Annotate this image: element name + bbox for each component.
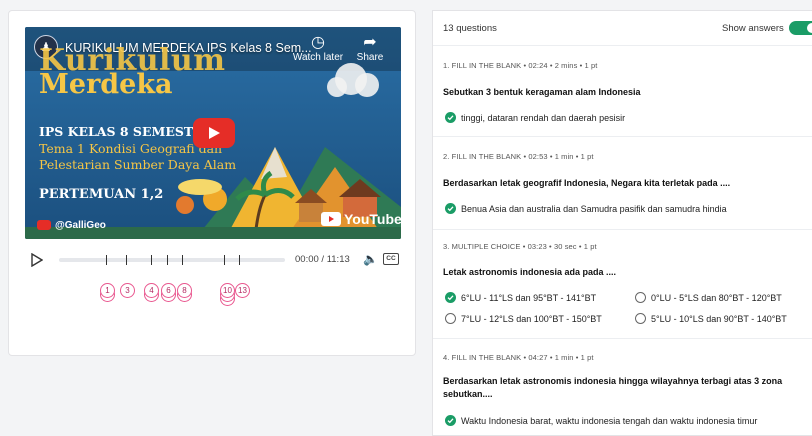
question-text: Berdasarkan letak astronomis indonesia h… xyxy=(443,376,783,399)
option-text: 7°LU - 12°LS dan 100°BT - 150°BT xyxy=(461,313,602,324)
answer-row: Benua Asia dan australia dan Samudra pas… xyxy=(445,203,727,214)
question-item[interactable]: 4. FILL IN THE BLANK • 04:27 • 1 min • 1… xyxy=(433,339,812,435)
answer-row: tinggi, dataran rendah dan daerah pesisi… xyxy=(445,112,625,123)
check-icon xyxy=(445,415,456,426)
question-marker[interactable]: 8 xyxy=(177,283,192,298)
panel-header: 13 questions Show answers xyxy=(433,11,812,46)
radio-icon xyxy=(445,313,456,324)
question-item[interactable]: 2. FILL IN THE BLANK • 02:53 • 1 min • 1… xyxy=(433,137,812,230)
time-display: 00:00 / 11:13 xyxy=(295,254,350,265)
check-icon xyxy=(445,292,456,303)
question-marker[interactable]: 4 xyxy=(144,283,159,298)
channel-handle: @GalliGeo xyxy=(55,220,106,231)
play-icon xyxy=(209,127,220,139)
question-item[interactable]: 3. MULTIPLE CHOICE • 03:23 • 30 sec • 1 … xyxy=(433,230,812,339)
question-tick xyxy=(106,255,107,265)
question-marker[interactable]: 1 xyxy=(100,283,115,298)
question-marker[interactable]: 13 xyxy=(235,283,250,298)
radio-icon xyxy=(635,313,646,324)
big-play-button[interactable] xyxy=(193,118,235,148)
share-button[interactable]: ➦ Share xyxy=(343,34,397,63)
clock-icon: ◷ xyxy=(311,34,325,51)
answer-text: Benua Asia dan australia dan Samudra pas… xyxy=(461,203,727,214)
share-arrow-icon: ➦ xyxy=(363,34,377,51)
play-icon[interactable] xyxy=(31,253,43,267)
question-tick xyxy=(151,255,152,265)
question-tick xyxy=(239,255,240,265)
question-text: Sebutkan 3 bentuk keragaman alam Indones… xyxy=(443,87,641,97)
question-tick xyxy=(126,255,127,265)
thumb-title-line2: Merdeka xyxy=(39,69,173,100)
youtube-wordmark: YouTube xyxy=(344,211,401,227)
question-meta: 2. FILL IN THE BLANK • 02:53 • 1 min • 1… xyxy=(443,152,594,161)
question-marker[interactable]: 3 xyxy=(120,283,135,298)
question-text: Berdasarkan letak geografif Indonesia, N… xyxy=(443,178,731,188)
youtube-logo[interactable]: YouTube xyxy=(321,211,401,227)
captions-icon[interactable]: CC xyxy=(383,253,399,265)
questions-panel: 13 questions Show answers 1. FILL IN THE… xyxy=(432,10,812,436)
question-text: Letak astronomis indonesia ada pada .... xyxy=(443,267,617,277)
share-label: Share xyxy=(356,52,384,63)
player-controls: 00:00 / 11:13 🔈 CC xyxy=(25,251,401,269)
video-card: ♟ KURIKULUM MERDEKA IPS Kelas 8 Sem... K… xyxy=(8,10,416,356)
question-tick xyxy=(182,255,183,265)
question-meta: 1. FILL IN THE BLANK • 02:24 • 2 mins • … xyxy=(443,61,598,70)
check-icon xyxy=(445,203,456,214)
option-row: 0°LU - 5°LS dan 80°BT - 120°BT xyxy=(635,292,782,303)
option-text: 5°LU - 10°LS dan 90°BT - 140°BT xyxy=(651,313,787,324)
question-item[interactable]: 1. FILL IN THE BLANK • 02:24 • 2 mins • … xyxy=(433,46,812,137)
thumb-pertemuan: PERTEMUAN 1,2 xyxy=(39,187,164,202)
option-row: 5°LU - 10°LS dan 90°BT - 140°BT xyxy=(635,313,787,324)
check-icon xyxy=(445,112,456,123)
option-row: 6°LU - 11°LS dan 95°BT - 141°BT xyxy=(445,292,596,303)
option-text: 6°LU - 11°LS dan 95°BT - 141°BT xyxy=(461,292,597,303)
answer-text: Waktu Indonesia barat, waktu indonesia t… xyxy=(461,415,758,426)
question-markers: 1 3 4 6 8 10 13 xyxy=(25,283,401,313)
question-tick xyxy=(224,255,225,265)
radio-icon xyxy=(635,292,646,303)
progress-track[interactable] xyxy=(59,255,285,265)
video-player[interactable]: ♟ KURIKULUM MERDEKA IPS Kelas 8 Sem... K… xyxy=(25,27,401,239)
youtube-mini-logo-icon xyxy=(37,220,51,230)
question-marker[interactable]: 6 xyxy=(161,283,176,298)
volume-icon[interactable]: 🔈 xyxy=(363,252,378,266)
option-row: 7°LU - 12°LS dan 100°BT - 150°BT xyxy=(445,313,602,324)
thumb-pelestarian: Pelestarian Sumber Daya Alam xyxy=(39,157,237,172)
question-count: 13 questions xyxy=(443,23,497,34)
watch-later-label: Watch later xyxy=(292,52,344,63)
show-answers-toggle[interactable] xyxy=(789,21,812,35)
show-answers-label: Show answers xyxy=(722,23,784,34)
watch-later-button[interactable]: ◷ Watch later xyxy=(291,34,345,63)
youtube-play-icon xyxy=(321,212,341,226)
answer-row: Waktu Indonesia barat, waktu indonesia t… xyxy=(445,415,757,426)
question-tick xyxy=(167,255,168,265)
answer-text: tinggi, dataran rendah dan daerah pesisi… xyxy=(461,112,626,123)
question-meta: 4. FILL IN THE BLANK • 04:27 • 1 min • 1… xyxy=(443,353,594,362)
option-text: 0°LU - 5°LS dan 80°BT - 120°BT xyxy=(651,292,782,303)
question-marker[interactable]: 10 xyxy=(220,283,235,298)
toggle-knob xyxy=(807,23,812,33)
question-meta: 3. MULTIPLE CHOICE • 03:23 • 30 sec • 1 … xyxy=(443,242,597,251)
